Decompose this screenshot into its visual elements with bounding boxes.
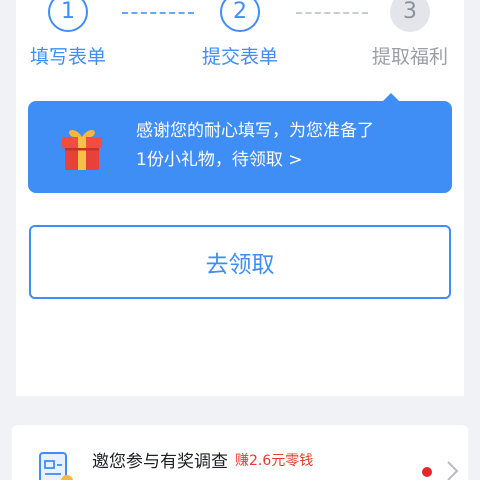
step-2-number: 2: [233, 0, 247, 24]
step-3-label: 提取福利: [371, 46, 448, 68]
step-1-label: 填写表单: [29, 46, 106, 68]
gift-icon: [62, 130, 102, 170]
chevron-right-icon[interactable]: [444, 459, 460, 480]
survey-card[interactable]: 邀您参与有奖调查 赚2.6元零钱: [12, 425, 468, 480]
banner-line-1: 感谢您的耐心填写，为您准备了: [136, 121, 374, 141]
survey-reward: 赚2.6元零钱: [235, 453, 314, 469]
claim-button[interactable]: 去领取: [29, 225, 451, 299]
survey-form-icon: [39, 452, 73, 480]
gift-banner[interactable]: 感谢您的耐心填写，为您准备了 1份小礼物，待领取 >: [28, 101, 452, 193]
step-2-label: 提交表单: [201, 46, 278, 68]
step-1-number: 1: [61, 0, 75, 24]
step-connector-2: [296, 12, 368, 14]
notification-dot: [422, 467, 432, 477]
banner-message: 感谢您的耐心填写，为您准备了 1份小礼物，待领取 >: [136, 117, 436, 175]
step-3-number: 3: [403, 0, 417, 24]
banner-line-2[interactable]: 1份小礼物，待领取 >: [136, 146, 436, 175]
survey-title: 邀您参与有奖调查: [92, 452, 228, 472]
step-connector-1: [122, 12, 194, 14]
page: 1 填写表单 2 提交表单 3 提取福利 感谢您的耐心填写，为您准备了 1份小礼…: [0, 0, 480, 480]
